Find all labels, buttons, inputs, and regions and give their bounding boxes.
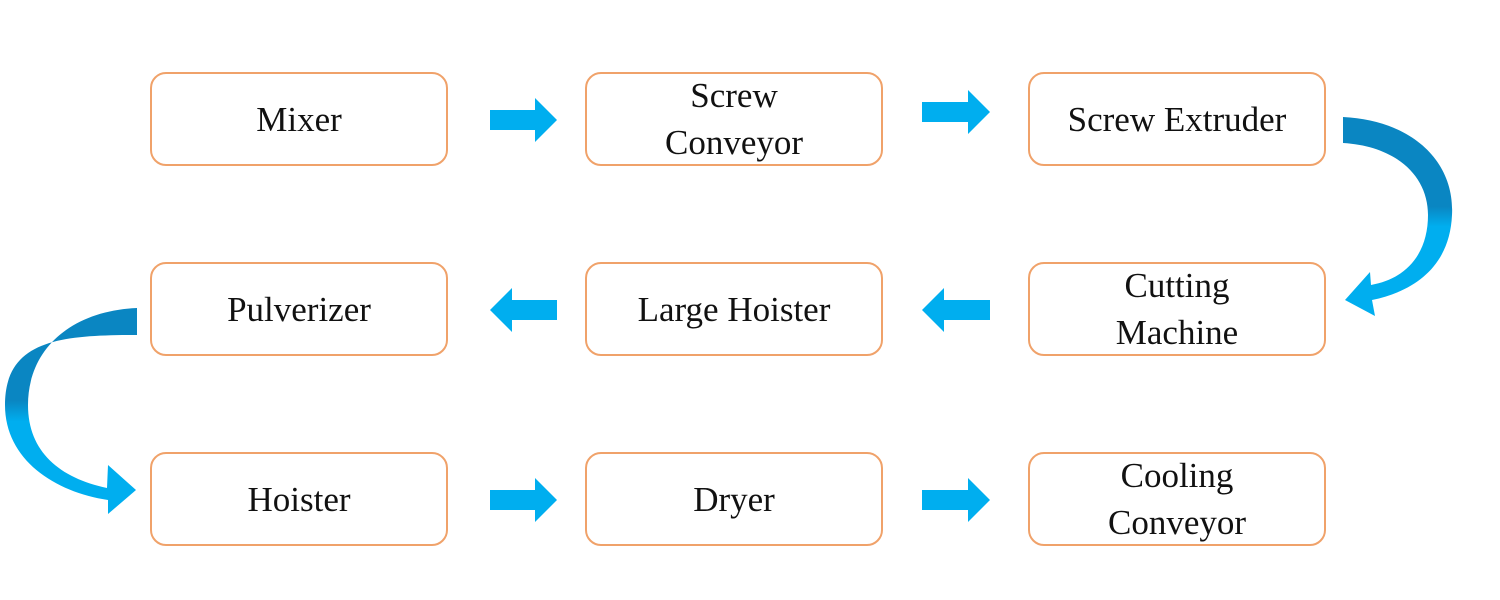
process-flow-diagram: Mixer Screw Conveyor Screw Extruder Cutt…: [0, 0, 1500, 600]
curved-arrow-down-icon: [1343, 117, 1453, 316]
arrow-right-icon: [922, 90, 990, 134]
arrow-right-icon: [490, 98, 557, 142]
curved-arrow-down-icon: [5, 308, 137, 514]
arrow-right-icon: [922, 478, 990, 522]
arrows-layer: [5, 90, 1453, 522]
arrow-right-icon: [490, 478, 557, 522]
arrow-left-icon: [922, 288, 990, 332]
arrow-left-icon: [490, 288, 557, 332]
